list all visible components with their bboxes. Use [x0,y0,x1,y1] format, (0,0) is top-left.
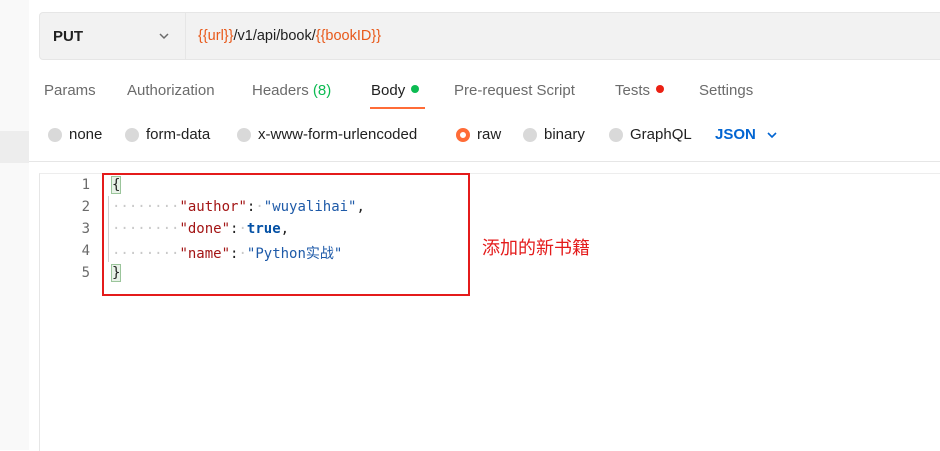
radio-circle-selected [456,127,470,142]
active-tab-underline [370,107,425,109]
line-number: 3 [81,221,90,237]
tab-label: Settings [699,82,754,99]
section-divider [29,161,940,162]
tab-label: Body [371,82,406,99]
radio-label: form-data [146,126,211,143]
radio-circle [237,127,251,142]
radio-form-data[interactable]: form-data [125,126,210,143]
radio-label: GraphQL [630,126,692,143]
tab-label: Pre-request Script [454,82,575,99]
radio-binary[interactable]: binary [523,126,585,143]
format-select[interactable]: JSON [715,126,778,143]
request-bar: PUT {{url}}/v1/api/book/{{bookID}} [39,12,940,60]
left-sidebar-strip [0,0,29,450]
tab-label: Tests [615,82,651,99]
radio-label: x-www-form-urlencoded [258,126,418,143]
sidebar-selected-item[interactable] [0,131,29,163]
line-number: 2 [81,199,90,215]
body-status-dot [411,85,420,93]
format-select-label: JSON [715,126,756,143]
tab-params[interactable]: Params [44,82,96,99]
radio-none[interactable]: none [48,126,102,143]
line-number: 4 [81,243,90,259]
method-select[interactable]: PUT [40,13,186,59]
headers-count: (8) [312,82,332,99]
annotation-label: 添加的新书籍 [482,238,590,259]
tab-pre-request-script[interactable]: Pre-request Script [454,82,575,99]
chevron-down-icon [767,131,777,138]
url-variable: {{url}} [198,28,234,44]
tab-body[interactable]: Body [371,82,420,99]
url-path: /v1/api/book/ [233,28,316,44]
tests-status-dot [656,85,665,93]
url-input[interactable]: {{url}}/v1/api/book/{{bookID}} [198,28,381,44]
radio-circle [523,127,537,142]
method-label: PUT [53,28,83,45]
line-number: 5 [81,265,90,281]
radio-label: none [69,126,103,143]
radio-x-www-form-urlencoded[interactable]: x-www-form-urlencoded [237,126,417,143]
tab-label: Params [44,82,96,99]
tab-label: Headers [252,82,309,99]
radio-graphql[interactable]: GraphQL [609,126,692,143]
tab-tests[interactable]: Tests [615,82,665,99]
radio-label: binary [544,126,585,143]
chevron-down-icon [159,33,169,40]
tab-settings[interactable]: Settings [699,82,753,99]
annotation-highlight-box [102,173,470,296]
line-number: 1 [81,177,90,193]
radio-circle [609,127,623,142]
radio-circle [48,127,62,142]
url-variable: {{bookID}} [315,28,382,44]
radio-circle [125,127,139,142]
radio-raw[interactable]: raw [456,126,501,143]
radio-label: raw [477,126,502,143]
tab-authorization[interactable]: Authorization [127,82,215,99]
tab-headers[interactable]: Headers (8) [252,82,331,99]
tab-label: Authorization [127,82,215,99]
